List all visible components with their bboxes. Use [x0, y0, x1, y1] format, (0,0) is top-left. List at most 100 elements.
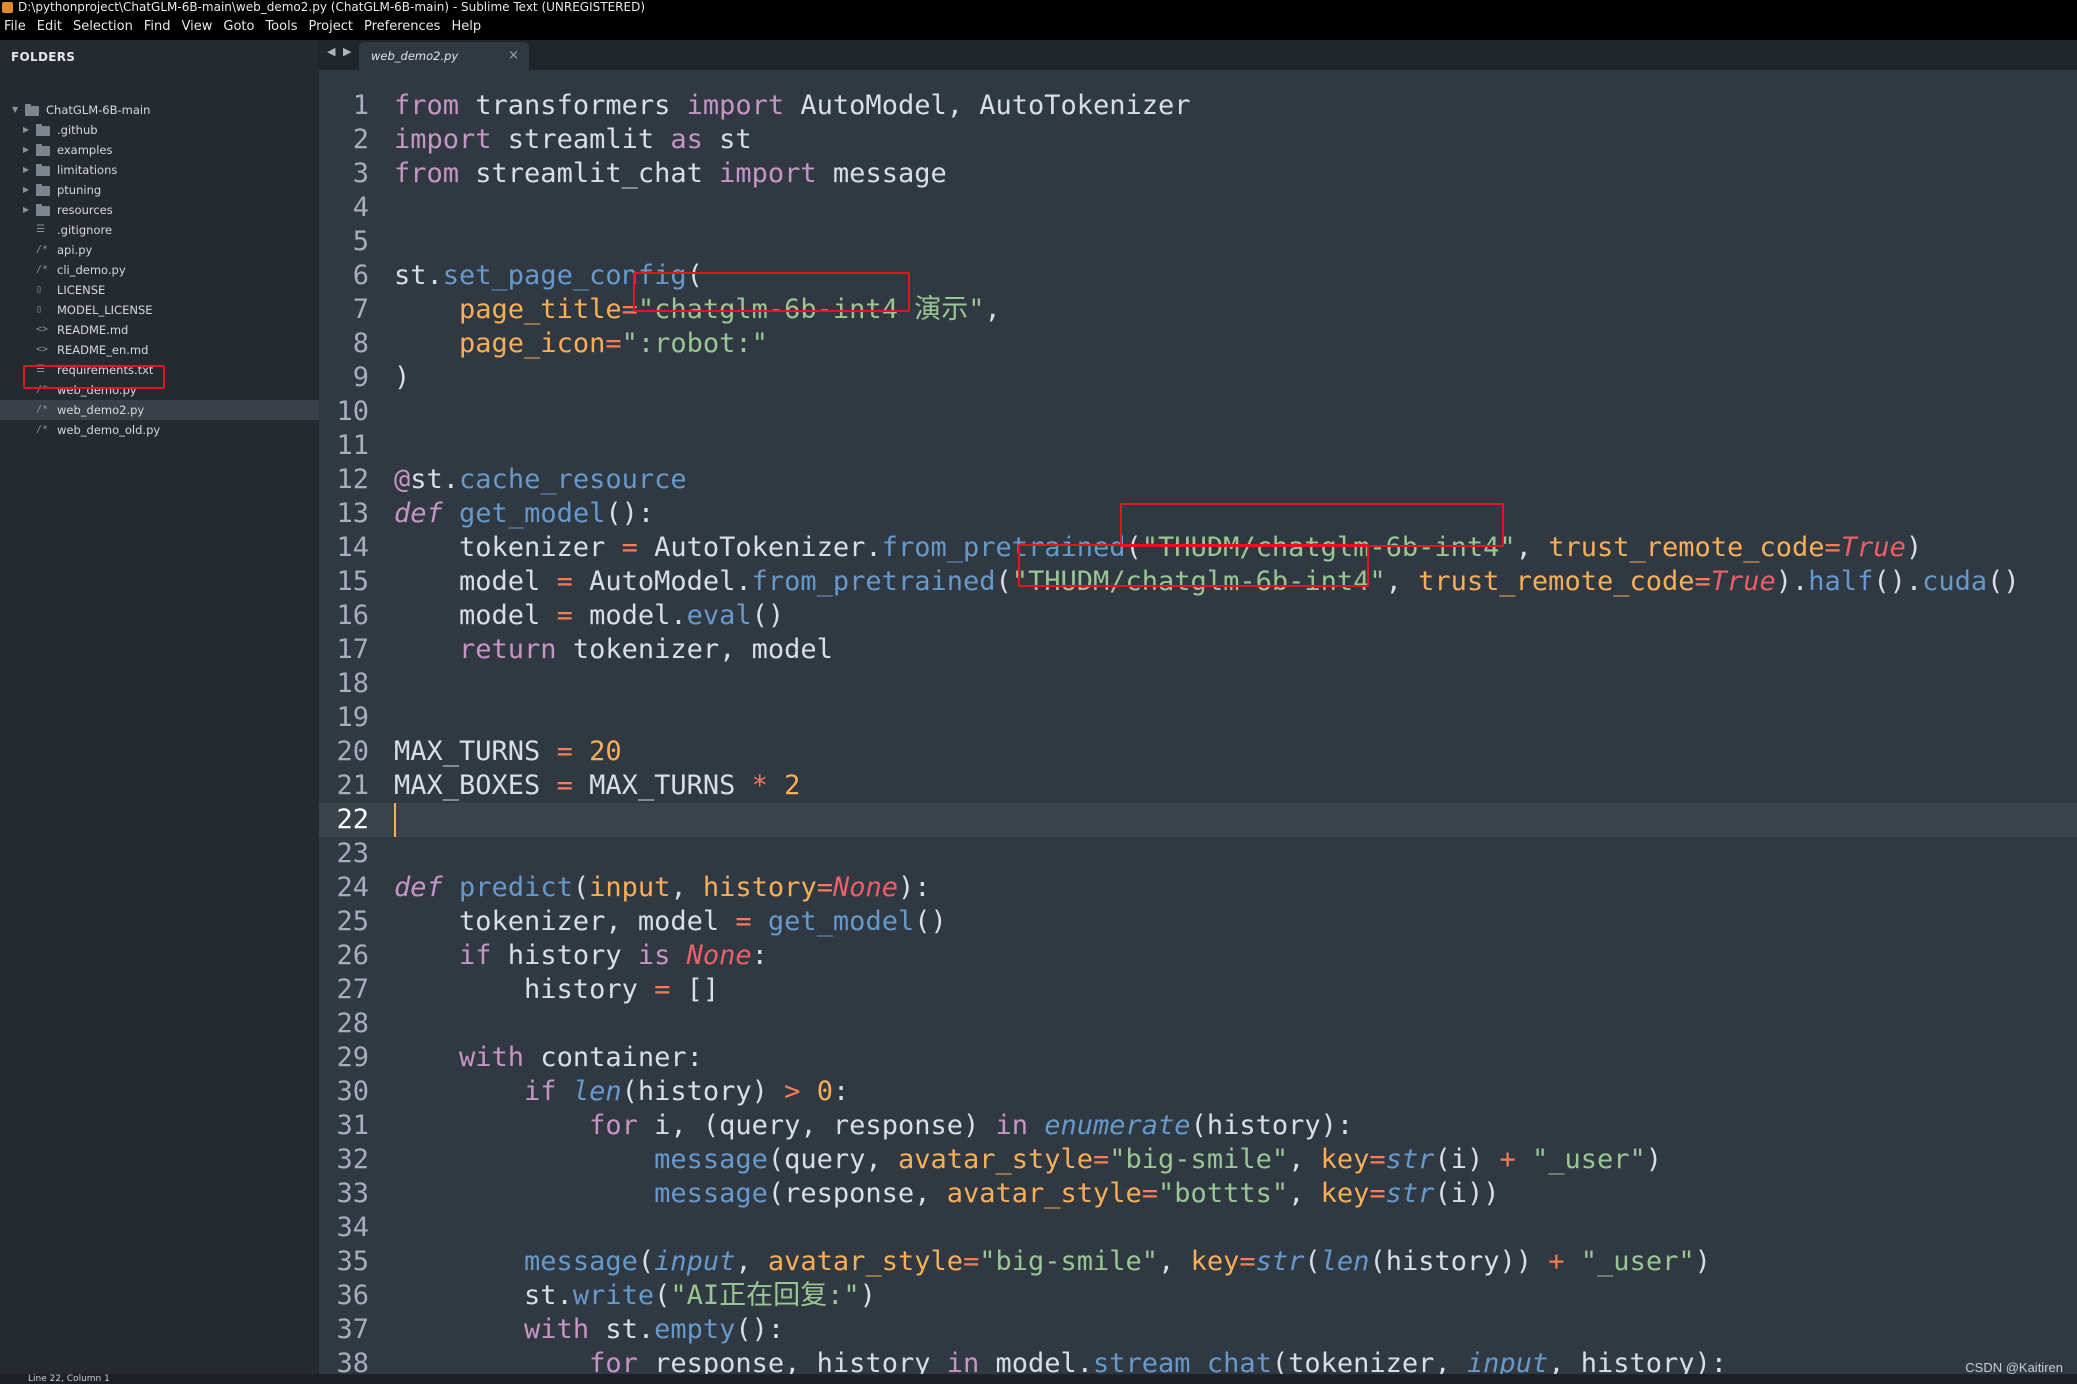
code-token: model: [394, 566, 557, 597]
code-token: transformers: [459, 90, 687, 121]
code-token: container:: [524, 1042, 703, 1073]
code-token: :: [832, 1076, 850, 1107]
code-line[interactable]: message(input, avatar_style="big-smile",…: [394, 1245, 1711, 1279]
code-token: enumerate: [1044, 1110, 1191, 1141]
code-line[interactable]: message(response, avatar_style="bottts",…: [394, 1177, 1499, 1211]
folder-icon: [36, 144, 50, 156]
python-file-icon: /*: [36, 244, 49, 255]
code-token: ,: [1288, 1144, 1321, 1175]
code-line[interactable]: ): [394, 361, 410, 395]
code-token: ,: [984, 294, 1001, 325]
sidebar-item-readme-en-md[interactable]: <> README_en.md: [0, 340, 319, 360]
menu-item-file[interactable]: File: [0, 16, 33, 38]
sidebar-item-gitignore[interactable]: ☰ .gitignore: [0, 220, 319, 240]
code-token: ): [1905, 532, 1923, 563]
code-line[interactable]: message(query, avatar_style="big-smile",…: [394, 1143, 1662, 1177]
code-line[interactable]: page_icon=":robot:": [394, 327, 768, 361]
code-line[interactable]: tokenizer, model = get_model(): [394, 905, 947, 939]
code-token: (: [637, 1246, 655, 1277]
sidebar-item-model-license[interactable]: ▯ MODEL_LICENSE: [0, 300, 319, 320]
code-line[interactable]: with container:: [394, 1041, 703, 1075]
disclosure-arrow-icon[interactable]: ▶: [23, 180, 29, 200]
line-number: 19: [336, 702, 369, 733]
sidebar-item-examples[interactable]: ▶ examples: [0, 140, 319, 160]
code-token: True: [1710, 566, 1776, 597]
code-token: import: [719, 158, 817, 189]
code-line[interactable]: MAX_BOXES = MAX_TURNS * 2: [394, 769, 800, 803]
disclosure-arrow-icon[interactable]: ▶: [23, 140, 29, 160]
tab-label: web_demo2.py: [371, 49, 459, 63]
sidebar-item-web-demo2-py[interactable]: /* web_demo2.py: [0, 400, 319, 420]
code-line[interactable]: from transformers import AutoModel, Auto…: [394, 89, 1191, 123]
code-token: from_pretrained: [751, 566, 996, 597]
code-token: =: [621, 532, 638, 563]
sidebar-item-resources[interactable]: ▶ resources: [0, 200, 319, 220]
code-line[interactable]: history = []: [394, 973, 719, 1007]
code-line[interactable]: def predict(input, history=None):: [394, 871, 931, 905]
code-token: None: [686, 940, 752, 971]
tree-item-label: limitations: [57, 163, 118, 177]
sidebar-item-limitations[interactable]: ▶ limitations: [0, 160, 319, 180]
sidebar-item-api-py[interactable]: /* api.py: [0, 240, 319, 260]
line-number: 1: [352, 90, 369, 121]
menu-item-tools[interactable]: Tools: [261, 16, 304, 38]
sidebar-item-license[interactable]: ▯ LICENSE: [0, 280, 319, 300]
menu-item-preferences[interactable]: Preferences: [360, 16, 447, 38]
sidebar-item-ptuning[interactable]: ▶ ptuning: [0, 180, 319, 200]
code-line[interactable]: if len(history) > 0:: [394, 1075, 849, 1109]
tab-nav-arrows[interactable]: ◀ ▶: [327, 45, 353, 58]
line-number: 5: [352, 226, 369, 257]
code-token: ,: [1515, 532, 1549, 563]
menu-item-goto[interactable]: Goto: [219, 16, 261, 38]
disclosure-arrow-icon[interactable]: ▶: [23, 120, 29, 140]
line-number: 30: [336, 1076, 369, 1107]
code-line[interactable]: model = model.eval(): [394, 599, 784, 633]
code-line[interactable]: if history is None:: [394, 939, 768, 973]
tab-web-demo2[interactable]: web_demo2.py ×: [359, 42, 529, 70]
code-line[interactable]: st.write("AI正在回复:"): [394, 1279, 876, 1313]
code-line[interactable]: MAX_TURNS = 20: [394, 735, 622, 769]
menu-item-help[interactable]: Help: [447, 16, 488, 38]
sidebar-item-github[interactable]: ▶ .github: [0, 120, 319, 140]
code-token: input: [654, 1246, 736, 1277]
tab-close-icon[interactable]: ×: [508, 42, 519, 70]
code-line[interactable]: for i, (query, response) in enumerate(hi…: [394, 1109, 1353, 1143]
code-token: len: [1320, 1246, 1370, 1277]
code-token: ":robot:": [621, 328, 768, 359]
menu-item-project[interactable]: Project: [304, 16, 359, 38]
tree-item-label: cli_demo.py: [57, 263, 126, 277]
code-line[interactable]: def get_model():: [394, 497, 654, 531]
disclosure-arrow-icon[interactable]: ▶: [23, 160, 29, 180]
code-token: with: [459, 1042, 525, 1073]
code-token: return: [459, 634, 557, 665]
menu-item-edit[interactable]: Edit: [33, 16, 69, 38]
code-token: =: [816, 872, 833, 903]
code-token: eval: [686, 600, 752, 631]
menu-item-find[interactable]: Find: [140, 16, 178, 38]
code-token: =: [1239, 1246, 1256, 1277]
code-token: ):: [898, 872, 931, 903]
code-token: from: [394, 90, 460, 121]
code-editor[interactable]: 1 2 3 4 5 6 7 8 9 10 11 12 13 14 15 16 17 18 19 20 21 22 23 24 2…: [319, 70, 2077, 1384]
menu-item-view[interactable]: View: [178, 16, 220, 38]
disclosure-arrow-icon[interactable]: ▼: [12, 100, 18, 120]
tree-root-folder[interactable]: ▼ ChatGLM-6B-main: [0, 100, 319, 120]
code-line[interactable]: import streamlit as st: [394, 123, 752, 157]
code-token: streamlit_chat: [459, 158, 720, 189]
code-line[interactable]: with st.empty():: [394, 1313, 784, 1347]
code-token: None: [832, 872, 898, 903]
disclosure-arrow-icon[interactable]: ▶: [23, 200, 29, 220]
sidebar-item-readme-md[interactable]: <> README.md: [0, 320, 319, 340]
code-token: avatar_style: [897, 1144, 1094, 1175]
code-line[interactable]: from streamlit_chat import message: [394, 157, 947, 191]
sidebar-item-web-demo-old-py[interactable]: /* web_demo_old.py: [0, 420, 319, 440]
code-token: message: [654, 1178, 768, 1209]
code-line[interactable]: @st.cache_resource: [394, 463, 687, 497]
line-number: 23: [336, 838, 369, 869]
menu-item-selection[interactable]: Selection: [69, 16, 140, 38]
code-line[interactable]: return tokenizer, model: [394, 633, 833, 667]
sidebar-item-cli-demo-py[interactable]: /* cli_demo.py: [0, 260, 319, 280]
